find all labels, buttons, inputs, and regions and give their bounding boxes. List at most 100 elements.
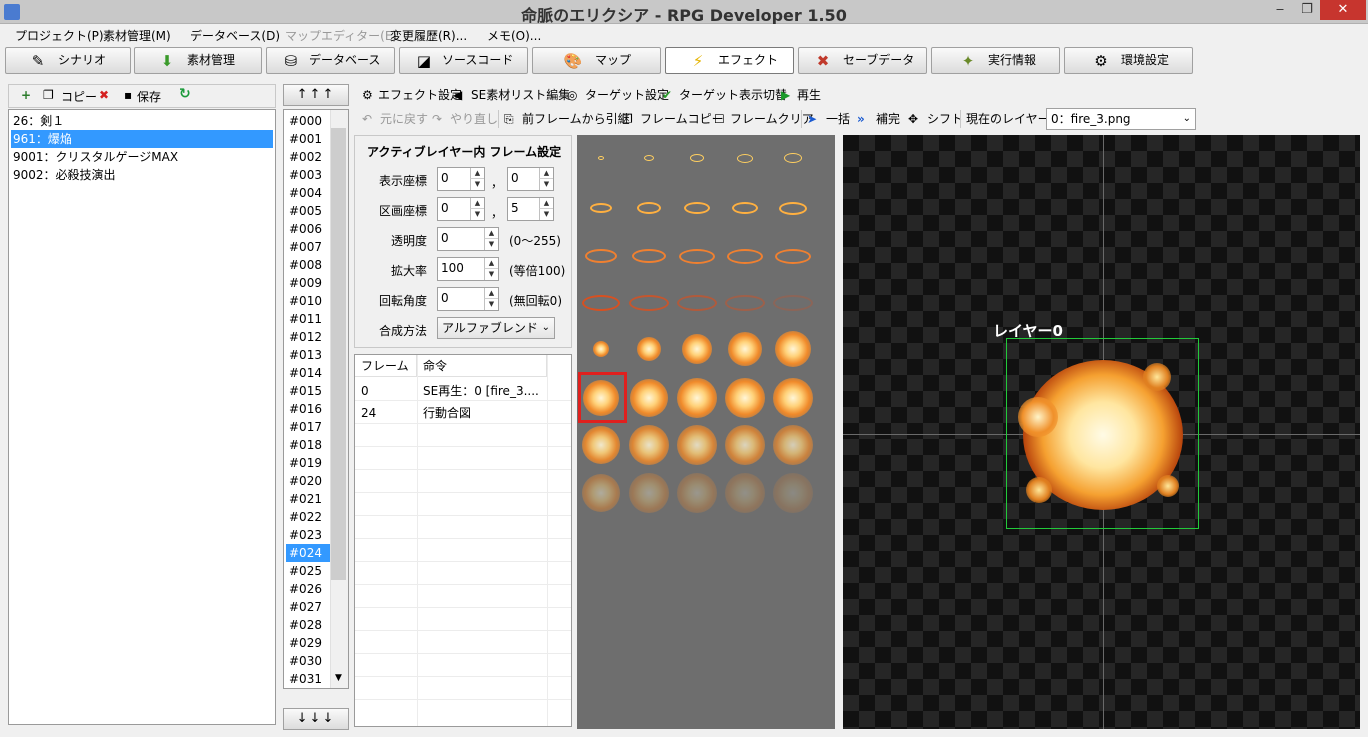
frame-item[interactable]: #023 <box>286 526 332 544</box>
spin-up-icon[interactable]: ▲ <box>470 198 484 209</box>
frame-scroll-thumb[interactable] <box>331 128 346 580</box>
frame-item[interactable]: #031 <box>286 670 332 688</box>
table-cell-command[interactable]: SE再生：0 [fire_3.... <box>417 380 547 402</box>
tab-assets[interactable]: ⬇ 素材管理 <box>134 47 262 74</box>
frame-item[interactable]: #009 <box>286 274 332 292</box>
menu-history[interactable]: 変更履歴(R)... <box>390 27 467 44</box>
tab-runtime-info[interactable]: ✦ 実行情報 <box>931 47 1060 74</box>
spin-up-icon[interactable]: ▲ <box>484 258 498 269</box>
interpolate-button[interactable]: 補完 <box>876 110 900 128</box>
copy-icon[interactable]: ❐ <box>43 88 54 102</box>
frame-item[interactable]: #013 <box>286 346 332 364</box>
new-icon[interactable]: + <box>21 88 31 102</box>
minimize-button[interactable]: ‒ <box>1266 0 1294 20</box>
close-button[interactable]: ✕ <box>1320 0 1366 20</box>
frame-item[interactable]: #000 <box>286 112 332 130</box>
menu-database[interactable]: データベース(D) <box>190 27 280 44</box>
display-x-spinner[interactable]: 0 ▲ ▼ <box>437 167 485 191</box>
spin-up-icon[interactable]: ▲ <box>539 168 553 179</box>
command-table[interactable]: フレーム 命令 0 SE再生：0 [fire_3.... 24 行動合図 <box>354 354 572 727</box>
table-cell-frame[interactable]: 0 <box>355 380 417 402</box>
effect-settings-button[interactable]: エフェクト設定 <box>378 86 462 104</box>
save-button[interactable]: 保存 <box>137 88 161 105</box>
undo-button[interactable]: 元に戻す <box>380 110 428 128</box>
frame-item[interactable]: #022 <box>286 508 332 526</box>
list-item[interactable]: 961：爆焔 <box>11 130 273 148</box>
frame-item[interactable]: #025 <box>286 562 332 580</box>
rotation-spinner[interactable]: 0 ▲ ▼ <box>437 287 499 311</box>
frame-item[interactable]: #030 <box>286 652 332 670</box>
shift-button[interactable]: シフト <box>927 110 963 128</box>
save-icon[interactable]: ▪ <box>124 88 132 102</box>
spin-down-icon[interactable]: ▼ <box>470 209 484 220</box>
frame-item[interactable]: #027 <box>286 598 332 616</box>
frame-item[interactable]: #017 <box>286 418 332 436</box>
frame-item[interactable]: #001 <box>286 130 332 148</box>
list-item[interactable]: 26：剣１ <box>11 112 273 130</box>
frame-item[interactable]: #024 <box>286 544 332 562</box>
scroll-down-icon[interactable]: ▼ <box>331 670 346 686</box>
frame-item[interactable]: #026 <box>286 580 332 598</box>
list-item[interactable]: 9001：クリスタルゲージMAX <box>11 148 273 166</box>
frame-item[interactable]: #020 <box>286 472 332 490</box>
play-button[interactable]: 再生 <box>797 86 821 104</box>
frame-item[interactable]: #029 <box>286 634 332 652</box>
frame-item[interactable]: #018 <box>286 436 332 454</box>
spin-down-icon[interactable]: ▼ <box>484 239 498 250</box>
spin-down-icon[interactable]: ▼ <box>484 299 498 310</box>
redo-button[interactable]: やり直し <box>450 110 498 128</box>
menu-project[interactable]: プロジェクト(P) <box>15 27 104 44</box>
restore-button[interactable]: ❐ <box>1293 0 1321 20</box>
tab-database[interactable]: ⛁ データベース <box>266 47 395 74</box>
blend-mode-select[interactable]: アルファブレンド ⌄ <box>437 317 555 339</box>
table-cell-command[interactable]: 行動合図 <box>417 402 547 424</box>
frame-item[interactable]: #007 <box>286 238 332 256</box>
refresh-icon[interactable]: ↻ <box>179 86 191 102</box>
column-header-frame[interactable]: フレーム <box>355 355 417 377</box>
frame-item[interactable]: #006 <box>286 220 332 238</box>
opacity-spinner[interactable]: 0 ▲ ▼ <box>437 227 499 251</box>
se-list-button[interactable]: SE素材リスト編集 <box>471 86 570 104</box>
spin-up-icon[interactable]: ▲ <box>484 288 498 299</box>
effect-preview-canvas[interactable]: レイヤー0 <box>843 135 1360 729</box>
frame-item[interactable]: #019 <box>286 454 332 472</box>
spin-up-icon[interactable]: ▲ <box>470 168 484 179</box>
target-toggle-button[interactable]: ターゲット表示切替 <box>679 86 787 104</box>
frame-item[interactable]: #005 <box>286 202 332 220</box>
frame-item[interactable]: #008 <box>286 256 332 274</box>
display-y-spinner[interactable]: 0 ▲ ▼ <box>507 167 554 191</box>
frame-scroll-bottom-button[interactable]: ↓↓↓ <box>283 708 349 730</box>
cell-x-spinner[interactable]: 0 ▲ ▼ <box>437 197 485 221</box>
frame-item[interactable]: #002 <box>286 148 332 166</box>
delete-icon[interactable]: ✖ <box>99 88 109 102</box>
frame-item[interactable]: #016 <box>286 400 332 418</box>
copy-button[interactable]: コピー <box>61 88 97 105</box>
menu-assets[interactable]: 素材管理(M) <box>103 27 171 44</box>
frame-item[interactable]: #004 <box>286 184 332 202</box>
spin-down-icon[interactable]: ▼ <box>484 269 498 280</box>
bulk-button[interactable]: 一括 <box>826 110 850 128</box>
tab-effect[interactable]: ⚡ エフェクト <box>665 47 794 74</box>
frame-item[interactable]: #015 <box>286 382 332 400</box>
table-cell-frame[interactable]: 24 <box>355 402 417 424</box>
tab-source-code[interactable]: ◪ ソースコード <box>399 47 528 74</box>
tab-save-data[interactable]: ✖ セーブデータ <box>798 47 927 74</box>
tab-scenario[interactable]: ✎ シナリオ <box>5 47 131 74</box>
scale-spinner[interactable]: 100 ▲ ▼ <box>437 257 499 281</box>
list-item[interactable]: 9002：必殺技演出 <box>11 166 273 184</box>
sprite-sheet[interactable] <box>577 135 835 729</box>
menu-map-editor[interactable]: マップエディター(E) <box>285 27 397 44</box>
spin-up-icon[interactable]: ▲ <box>484 228 498 239</box>
frame-item[interactable]: #010 <box>286 292 332 310</box>
spin-up-icon[interactable]: ▲ <box>539 198 553 209</box>
menu-memo[interactable]: メモ(O)... <box>487 27 541 44</box>
spin-down-icon[interactable]: ▼ <box>539 179 553 190</box>
target-settings-button[interactable]: ターゲット設定 <box>585 86 669 104</box>
cell-y-spinner[interactable]: 5 ▲ ▼ <box>507 197 554 221</box>
spin-down-icon[interactable]: ▼ <box>470 179 484 190</box>
frame-scroll-top-button[interactable]: ↑↑↑ <box>283 84 349 106</box>
current-layer-select[interactable]: 0：fire_3.png ⌄ <box>1046 108 1196 130</box>
scenario-list[interactable]: 26：剣１ 961：爆焔 9001：クリスタルゲージMAX 9002：必殺技演出 <box>8 109 276 725</box>
frame-item[interactable]: #011 <box>286 310 332 328</box>
frame-item[interactable]: #021 <box>286 490 332 508</box>
